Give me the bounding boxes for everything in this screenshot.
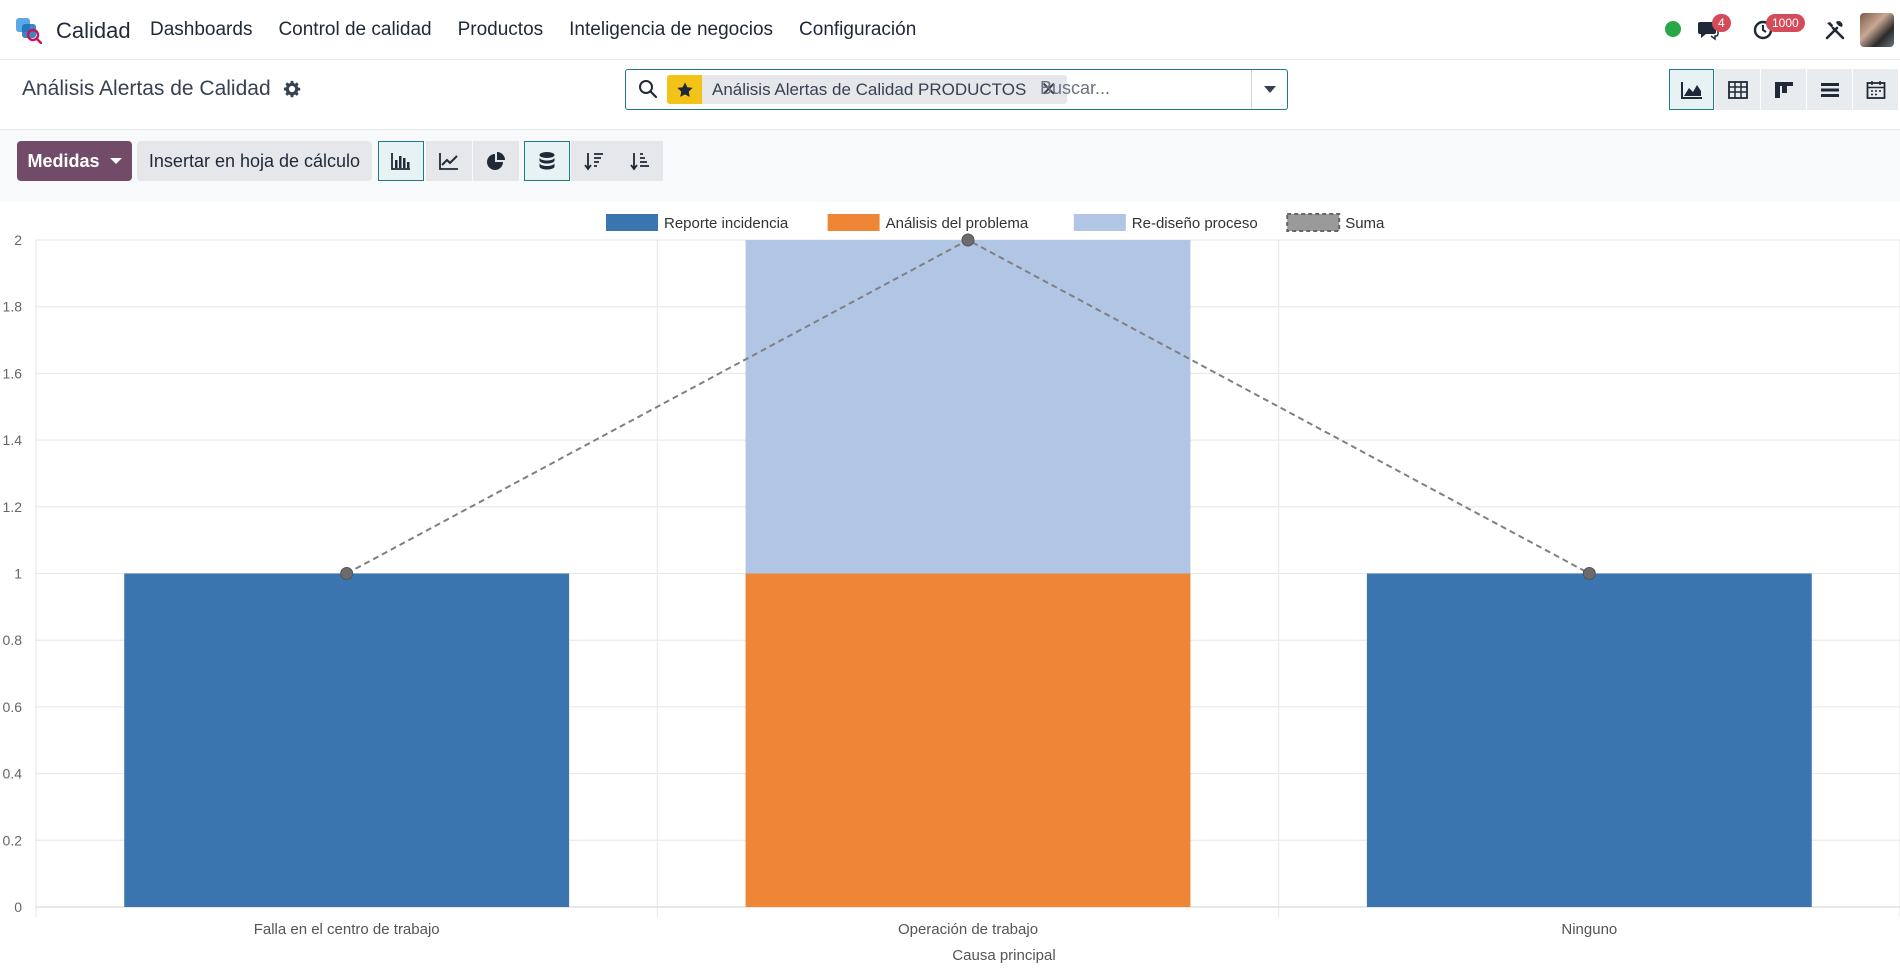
graph-icon [1680, 81, 1702, 99]
sort-descending-button[interactable] [571, 141, 617, 181]
pie-chart-icon [487, 152, 505, 170]
measures-label: Medidas [27, 150, 100, 171]
graph-view-button[interactable] [1669, 69, 1714, 110]
list-icon [1820, 82, 1839, 97]
y-tick-label: 1.4 [3, 432, 23, 448]
search-bar[interactable]: Análisis Alertas de Calidad PRODUCTOS ✕ [625, 69, 1288, 110]
bar-reporte-incidencia [1366, 573, 1812, 907]
sort-ascending-button[interactable] [617, 141, 663, 181]
bar-an-lisis-del-problema [745, 573, 1191, 907]
y-tick-label: 0.4 [3, 766, 23, 782]
y-tick-label: 0.6 [3, 699, 23, 715]
y-tick-label: 1.8 [3, 299, 23, 315]
messages-count-badge: 4 [1712, 14, 1731, 32]
calendar-icon [1866, 80, 1885, 99]
breadcrumb: Análisis Alertas de Calidad [22, 77, 301, 101]
legend-swatch [1286, 213, 1341, 232]
star-icon [667, 75, 702, 104]
y-tick-label: 0.8 [3, 632, 23, 648]
bar-chart-button[interactable] [378, 141, 424, 181]
menu-dashboards[interactable]: Dashboards [150, 19, 252, 41]
sort-descending-icon [584, 153, 603, 171]
kanban-icon [1774, 81, 1793, 98]
line-chart-icon [439, 153, 458, 170]
pie-chart-button[interactable] [473, 141, 519, 181]
chart-canvas: 0 0.2 0.4 0.6 0.8 1 1.2 1.4 1.6 1.8 2 Falla en el c… [3, 213, 1900, 964]
x-axis-title: Causa principal [952, 947, 1055, 964]
activities-count-badge: 1000 [1766, 14, 1805, 32]
debug-tools-icon[interactable] [1822, 17, 1848, 43]
menu-configuracion[interactable]: Configuración [799, 19, 916, 41]
pivot-icon [1727, 80, 1748, 99]
search-options-toggle[interactable] [1251, 70, 1287, 109]
legend-label: Re-diseño proceso [1132, 215, 1258, 232]
quality-app-logo[interactable] [14, 16, 42, 44]
sum-point [340, 567, 354, 580]
pivot-view-button[interactable] [1715, 69, 1760, 110]
legend-swatch [827, 214, 880, 231]
x-tick-label: Falla en el centro de trabajo [254, 921, 440, 938]
bar-re-dise-o-proceso [745, 240, 1191, 574]
legend-label: Reporte incidencia [664, 215, 789, 232]
graph-chart: 0 0.2 0.4 0.6 0.8 1 1.2 1.4 1.6 1.8 2 Falla en el c… [0, 205, 1900, 969]
facet-label: Análisis Alertas de Calidad PRODUCTOS [712, 79, 1027, 99]
gear-icon[interactable] [283, 80, 301, 98]
y-tick-label: 0.2 [3, 832, 23, 848]
stacked-database-icon [539, 152, 555, 170]
search-input[interactable] [1040, 78, 1240, 99]
page-title: Análisis Alertas de Calidad [22, 77, 271, 100]
y-tick-label: 1 [14, 566, 22, 582]
app-name[interactable]: Calidad [56, 18, 131, 44]
legend-label: Análisis del problema [886, 215, 1029, 232]
y-tick-label: 1.2 [3, 499, 23, 515]
y-tick-label: 0 [14, 899, 22, 915]
chevron-down-icon [1263, 86, 1276, 93]
bar-chart-icon [391, 153, 410, 170]
presence-status-icon [1665, 21, 1681, 37]
main-menu: Dashboards Control de calidad Productos … [150, 0, 942, 60]
kanban-view-button[interactable] [1761, 69, 1806, 110]
y-tick-label: 2 [14, 232, 22, 248]
sum-point [1582, 567, 1596, 580]
list-view-button[interactable] [1807, 69, 1852, 110]
x-tick-label: Operación de trabajo [898, 921, 1038, 938]
search-icon [639, 80, 658, 99]
caret-down-icon [109, 158, 122, 164]
stacked-toggle-button[interactable] [524, 141, 570, 181]
bar-reporte-incidencia [124, 573, 570, 907]
menu-productos[interactable]: Productos [458, 19, 544, 41]
search-facet[interactable]: Análisis Alertas de Calidad PRODUCTOS ✕ [667, 75, 1068, 104]
x-tick-label: Ninguno [1561, 921, 1617, 938]
top-navbar: Calidad Dashboards Control de calidad Pr… [0, 0, 1900, 60]
calendar-view-button[interactable] [1853, 69, 1898, 110]
menu-control-de-calidad[interactable]: Control de calidad [278, 19, 431, 41]
menu-inteligencia-de-negocios[interactable]: Inteligencia de negocios [569, 19, 773, 41]
view-switcher [1668, 69, 1898, 110]
measures-dropdown-button[interactable]: Medidas [17, 141, 132, 181]
sort-ascending-icon [630, 153, 649, 171]
legend-swatch [1073, 214, 1126, 231]
legend-swatch [606, 214, 658, 231]
y-tick-label: 1.6 [3, 365, 23, 381]
user-avatar[interactable] [1860, 13, 1894, 47]
legend-label: Suma [1345, 215, 1385, 232]
insert-spreadsheet-button[interactable]: Insertar en hoja de cálculo [137, 141, 372, 181]
line-chart-button[interactable] [426, 141, 472, 181]
sum-point [961, 233, 975, 247]
